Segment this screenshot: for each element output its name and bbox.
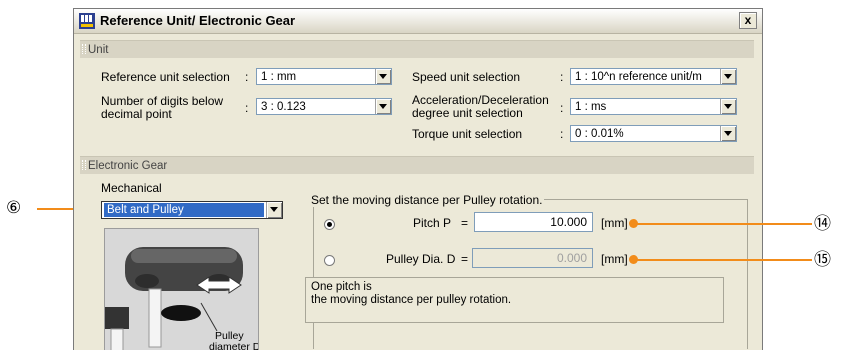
callout-number-pulley-dia: ⑮ [814, 250, 831, 269]
digits-value: 3 : 0.123 [261, 101, 306, 113]
chevron-down-icon[interactable] [266, 202, 282, 218]
description-box: One pitch is the moving distance per pul… [305, 277, 724, 323]
chevron-down-icon[interactable] [375, 69, 391, 84]
mechanical-label: Mechanical [101, 181, 162, 195]
note-line2: the moving distance per pulley rotation. [311, 294, 512, 306]
pulley-dia-equals: = [461, 252, 469, 266]
callout-line-pitch [634, 223, 812, 225]
grip-icon [82, 160, 86, 170]
close-button[interactable]: x [739, 12, 757, 29]
accel-unit-label-line1: Acceleration/Deceleration [412, 93, 549, 107]
callout-line-pulley-dia [634, 259, 812, 261]
speed-unit-colon: : [560, 70, 564, 84]
torque-unit-value: 0 : 0.01% [575, 128, 624, 140]
speed-unit-label: Speed unit selection [412, 70, 521, 84]
callout-number-mechanical: ⑥ [6, 198, 22, 217]
digits-label-line1: Number of digits below [101, 94, 224, 108]
pulley-dia-input[interactable]: 0.000 [472, 248, 593, 268]
reference-unit-select[interactable]: 1 : mm [256, 68, 392, 85]
diagram-label-line2: diameter D [209, 341, 259, 350]
pitch-label: Pitch P [413, 216, 452, 230]
dialog-title: Reference Unit/ Electronic Gear [100, 13, 296, 28]
grip-icon [82, 44, 86, 54]
torque-unit-select[interactable]: 0 : 0.01% [570, 125, 737, 142]
unit-section-header: Unit [80, 40, 754, 58]
app-icon [79, 13, 95, 29]
reference-unit-value: 1 : mm [261, 71, 297, 83]
pulley-dia-radio[interactable] [324, 255, 335, 266]
callout-number-pitch: ⑭ [814, 214, 831, 233]
torque-unit-colon: : [560, 127, 564, 141]
speed-unit-select[interactable]: 1 : 10^n reference unit/m [570, 68, 737, 85]
pitch-unit: [mm] [601, 216, 628, 230]
accel-unit-colon: : [560, 101, 564, 115]
digits-colon: : [245, 101, 249, 115]
title-bar: Reference Unit/ Electronic Gear x [74, 9, 762, 34]
reference-unit-label: Reference unit selection [101, 70, 230, 84]
digits-label-line2: decimal point [101, 107, 172, 121]
chevron-down-icon[interactable] [375, 99, 391, 114]
unit-section-title: Unit [88, 44, 109, 56]
group-title: Set the moving distance per Pulley rotat… [309, 193, 545, 207]
accel-unit-label-line2: degree unit selection [412, 106, 523, 120]
speed-unit-value: 1 : 10^n reference unit/m [575, 71, 702, 83]
chevron-down-icon[interactable] [720, 99, 736, 114]
digits-select[interactable]: 3 : 0.123 [256, 98, 392, 115]
mechanical-select[interactable]: Belt and Pulley [101, 201, 283, 219]
belt-pulley-diagram: Pulley diameter D [104, 228, 259, 350]
pulley-dia-label: Pulley Dia. D [386, 252, 456, 266]
pitch-equals: = [461, 216, 469, 230]
accel-unit-select[interactable]: 1 : ms [570, 98, 737, 115]
pulley-dia-unit: [mm] [601, 252, 628, 266]
reference-unit-dialog: Reference Unit/ Electronic Gear x Unit R… [73, 8, 763, 350]
pitch-radio[interactable] [324, 219, 335, 230]
note-line1: One pitch is [311, 281, 372, 293]
chevron-down-icon[interactable] [720, 69, 736, 84]
gear-section-title: Electronic Gear [88, 160, 168, 172]
mechanical-value: Belt and Pulley [104, 203, 264, 217]
accel-unit-value: 1 : ms [575, 101, 607, 113]
belt-pulley-illustration: Pulley diameter D [105, 229, 259, 350]
reference-unit-colon: : [245, 70, 249, 84]
chevron-down-icon[interactable] [720, 126, 736, 141]
radio-selected-dot [327, 222, 332, 227]
torque-unit-label: Torque unit selection [412, 127, 523, 141]
gear-section-header: Electronic Gear [80, 156, 754, 174]
pitch-input[interactable]: 10.000 [474, 212, 593, 232]
